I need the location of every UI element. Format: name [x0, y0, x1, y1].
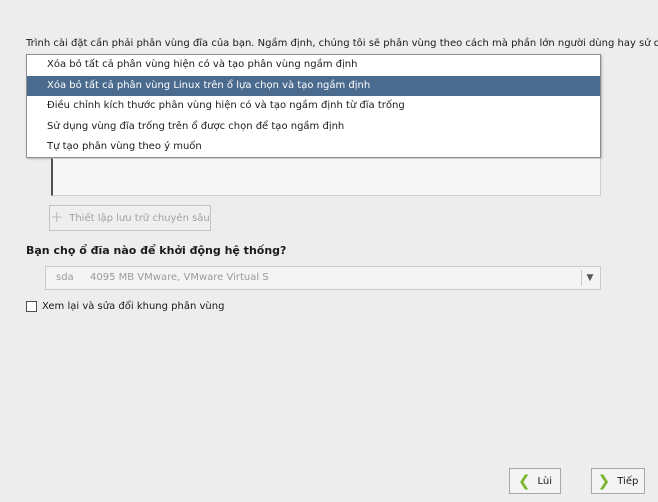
back-button[interactable]: ❮ Lùi [509, 468, 561, 494]
review-partition-option[interactable]: Xem lại và sửa đổi khung phân vùng [26, 301, 224, 312]
partition-option-free-space[interactable]: Sử dụng vùng đĩa trống trên ổ được chọn … [27, 117, 600, 138]
review-checkbox-label: Xem lại và sửa đổi khung phân vùng [42, 301, 225, 312]
boot-drive-description: 4095 MB VMware, VMware Virtual S [90, 272, 269, 283]
intro-text: Trình cài đặt cần phải phân vùng đĩa của… [26, 38, 658, 49]
partition-option-remove-all[interactable]: Xóa bỏ tất cả phân vùng hiện có và tạo p… [27, 55, 600, 76]
boot-drive-name: sda [56, 272, 74, 283]
drive-selection-area[interactable] [51, 158, 601, 196]
next-button-label: Tiếp [617, 475, 639, 487]
next-button[interactable]: ❯ Tiếp [591, 468, 645, 494]
back-button-label: Lùi [537, 475, 553, 487]
partition-option-remove-linux[interactable]: Xóa bỏ tất cả phân vùng Linux trên ổ lựa… [27, 75, 600, 96]
boot-drive-select[interactable]: sda 4095 MB VMware, VMware Virtual S ▼ [45, 266, 601, 290]
advanced-storage-button[interactable]: ＋ Thiết lập lưu trữ chuyên sâu [49, 205, 211, 231]
advanced-storage-label: Thiết lập lưu trữ chuyên sâu [69, 212, 210, 224]
partition-options-list[interactable]: Xóa bỏ tất cả phân vùng hiện có và tạo p… [26, 54, 601, 158]
review-checkbox[interactable] [26, 301, 37, 312]
partition-option-resize[interactable]: Điều chỉnh kích thước phân vùng hiện có … [27, 96, 600, 117]
chevron-left-icon: ❮ [517, 471, 531, 490]
dropdown-arrow-icon[interactable]: ▼ [581, 270, 598, 286]
chevron-right-icon: ❯ [597, 471, 611, 490]
plus-icon: ＋ [50, 210, 64, 226]
partition-option-custom[interactable]: Tự tạo phân vùng theo ý muốn [27, 137, 600, 158]
boot-drive-question: Bạn chọ ổ đĩa nào để khởi động hệ thống? [26, 244, 287, 257]
